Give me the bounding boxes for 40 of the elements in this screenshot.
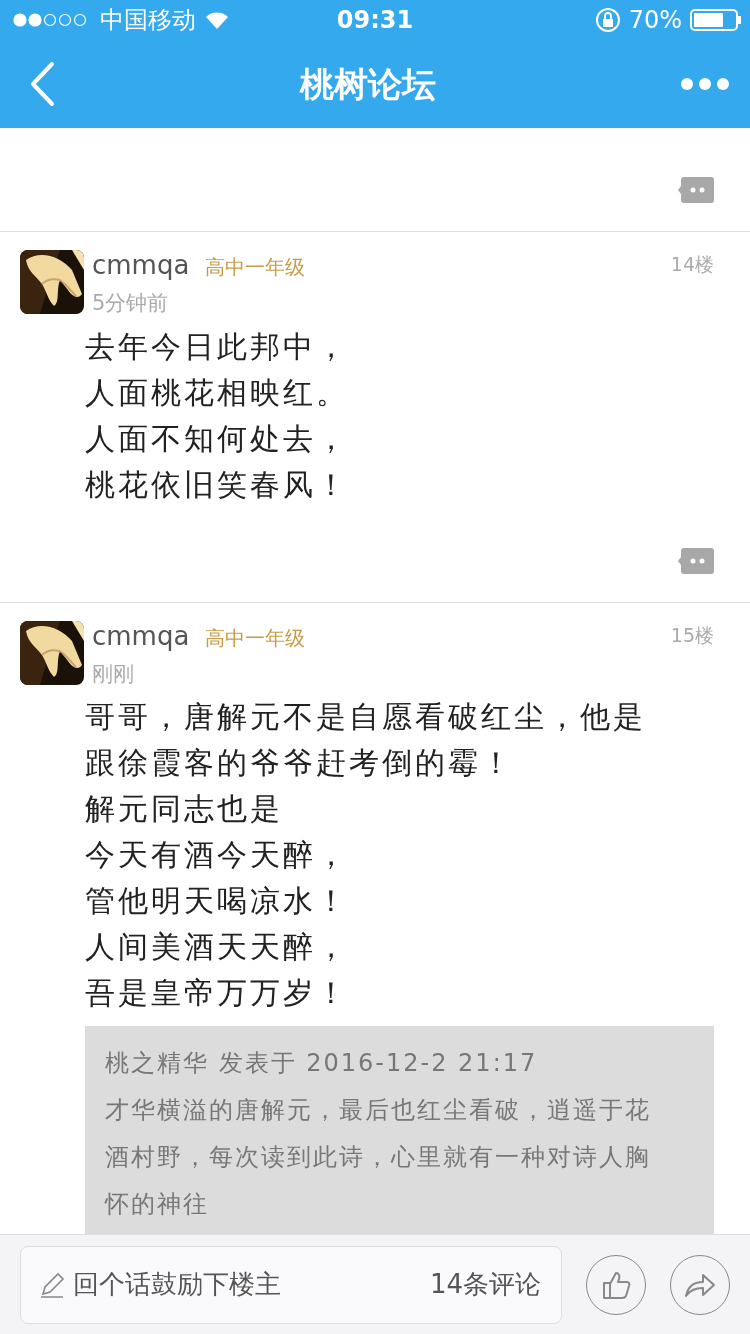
post-line: 今天有酒今天醉， [85,836,350,874]
thumbs-up-icon [601,1269,631,1300]
share-icon [684,1271,716,1298]
floor-number: 14楼 [670,252,714,277]
quote-line: 怀的神往 [105,1189,210,1220]
quote-header: 桃之精华 发表于 2016-12-2 21:17 [105,1048,539,1079]
post-line: 人面桃花相映红。 [85,373,350,412]
post-time: 刚刚 [92,660,135,688]
post-line: 哥哥，唐解元不是自愿看破红尘，他是 [85,698,647,736]
post-line: 人面不知何处去， [85,419,350,458]
post-line: 管他明天喝凉水！ [85,882,350,920]
post-line: 人间美酒天天醉， [85,928,350,966]
page-title: 桃树论坛 [300,62,436,106]
rotation-lock-icon [594,7,621,33]
comment-placeholder: 回个话鼓励下楼主 [73,1268,281,1301]
post-line: 去年今日此邦中， [85,327,350,366]
quote-line: 酒村野，每次读到此诗，心里就有一种对诗人胸 [105,1142,652,1173]
user-rank: 高中一年级 [205,254,306,281]
comment-icon[interactable] [678,547,714,574]
username[interactable]: cmmqa [92,620,190,651]
post-line: 吾是皇帝万万岁！ [85,974,350,1012]
comment-field[interactable]: 回个话鼓励下楼主 14条评论 [20,1245,562,1324]
back-icon[interactable] [28,61,56,107]
wifi-icon [204,10,230,30]
post-line: 桃花依旧笑春风！ [85,465,350,504]
floor-number: 15楼 [670,622,714,648]
post-time: 5分钟前 [92,290,170,317]
status-time: 09:31 [336,5,414,36]
user-rank: 高中一年级 [205,624,306,652]
carrier-name: 中国移动 [100,5,196,36]
quote-line: 才华横溢的唐解元，最后也红尘看破，逍遥于花 [105,1095,652,1126]
post-line: 跟徐霞客的爷爷赶考倒的霉！ [85,744,515,782]
post-line: 解元同志也是 [85,790,284,828]
comment-icon[interactable] [678,177,714,203]
more-icon[interactable] [680,77,730,91]
comment-count: 14条评论 [429,1268,541,1301]
battery-icon [690,8,742,32]
battery-percent: 70% [628,5,682,36]
username[interactable]: cmmqa [92,250,190,280]
pencil-icon [39,1271,65,1298]
